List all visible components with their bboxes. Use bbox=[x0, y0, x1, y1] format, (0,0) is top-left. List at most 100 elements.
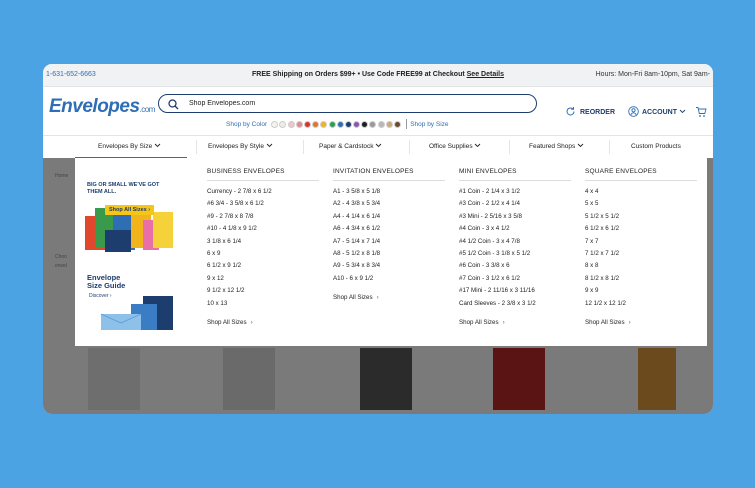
size-link[interactable]: A4 - 4 1/4 x 6 1/4 bbox=[333, 211, 445, 223]
size-link[interactable]: 12 1/2 x 12 1/2 bbox=[585, 298, 697, 310]
search-input[interactable] bbox=[189, 97, 519, 109]
color-swatch[interactable] bbox=[328, 120, 336, 128]
size-link[interactable]: 8 x 8 bbox=[585, 260, 697, 272]
nav-featured-shops[interactable]: Featured Shops bbox=[529, 143, 584, 150]
size-link[interactable]: 9 x 12 bbox=[207, 273, 319, 285]
shop-all-sizes-link[interactable]: Shop All Sizes › bbox=[585, 317, 697, 329]
product-image[interactable] bbox=[493, 348, 545, 410]
size-link[interactable]: 6 1/2 x 6 1/2 bbox=[585, 223, 697, 235]
nav-envelopes-by-style[interactable]: Envelopes By Style bbox=[208, 143, 273, 150]
link-label: Shop All Sizes bbox=[585, 318, 625, 326]
color-swatch[interactable] bbox=[385, 120, 393, 128]
chevron-down-icon bbox=[154, 143, 161, 150]
reorder-button[interactable]: REORDER bbox=[565, 106, 615, 119]
color-swatch[interactable] bbox=[344, 120, 352, 128]
size-link[interactable]: #4 1/2 Coin - 3 x 4 7/8 bbox=[459, 236, 571, 248]
shop-all-sizes-promo-button[interactable]: Shop All Sizes › bbox=[105, 205, 155, 215]
color-swatch[interactable] bbox=[377, 120, 385, 128]
color-swatch[interactable] bbox=[295, 120, 303, 128]
size-link[interactable]: #7 Coin - 3 1/2 x 6 1/2 bbox=[459, 273, 571, 285]
color-swatch[interactable] bbox=[361, 120, 369, 128]
size-link[interactable]: #5 1/2 Coin - 3 1/8 x 5 1/2 bbox=[459, 248, 571, 260]
intro-line: Choo bbox=[55, 254, 67, 260]
store-hours: Hours: Mon-Fri 8am-10pm, Sat 9am- bbox=[595, 71, 710, 78]
site-logo[interactable]: Envelopes.com bbox=[49, 96, 155, 118]
chevron-right-icon: › bbox=[148, 207, 151, 213]
size-link[interactable]: 9 1/2 x 12 1/2 bbox=[207, 285, 319, 297]
size-link[interactable]: #6 Coin - 3 3/8 x 6 bbox=[459, 260, 571, 272]
button-label: Shop All Sizes bbox=[109, 207, 147, 213]
size-link[interactable]: #3 Coin - 2 1/2 x 4 1/4 bbox=[459, 198, 571, 210]
size-link[interactable]: A6 - 4 3/4 x 6 1/2 bbox=[333, 223, 445, 235]
size-link[interactable]: #3 Mini - 2 5/16 x 3 5/8 bbox=[459, 211, 571, 223]
size-link[interactable]: #10 - 4 1/8 x 9 1/2 bbox=[207, 223, 319, 235]
size-link[interactable]: A10 - 6 x 9 1/2 bbox=[333, 273, 445, 285]
size-link[interactable]: 8 1/2 x 8 1/2 bbox=[585, 273, 697, 285]
size-link[interactable]: 9 x 9 bbox=[585, 285, 697, 297]
product-image[interactable] bbox=[223, 348, 275, 410]
shop-all-sizes-link[interactable]: Shop All Sizes › bbox=[459, 317, 571, 329]
link-label: Shop All Sizes bbox=[333, 294, 373, 302]
size-link[interactable]: 4 x 4 bbox=[585, 186, 697, 198]
size-link[interactable]: 5 x 5 bbox=[585, 198, 697, 210]
color-swatch[interactable] bbox=[336, 120, 344, 128]
size-link[interactable]: #6 3/4 - 3 5/8 x 6 1/2 bbox=[207, 198, 319, 210]
top-banner: 1-631-652-6663 FREE Shipping on Orders $… bbox=[43, 64, 713, 87]
main-nav: Envelopes By Size Envelopes By Style Pap… bbox=[43, 135, 713, 159]
see-details-link[interactable]: See Details bbox=[467, 71, 504, 78]
shop-all-sizes-link[interactable]: Shop All Sizes › bbox=[207, 317, 319, 329]
color-swatch[interactable] bbox=[303, 120, 311, 128]
size-link[interactable]: #9 - 2 7/8 x 8 7/8 bbox=[207, 211, 319, 223]
color-swatch[interactable] bbox=[287, 120, 295, 128]
color-swatch[interactable] bbox=[271, 120, 279, 128]
size-link[interactable]: A7 - 5 1/4 x 7 1/4 bbox=[333, 236, 445, 248]
product-image[interactable] bbox=[638, 348, 676, 410]
account-menu[interactable]: ACCOUNT bbox=[628, 106, 686, 119]
chevron-right-icon: › bbox=[250, 318, 253, 326]
color-swatch[interactable] bbox=[320, 120, 328, 128]
size-link[interactable]: A9 - 5 3/4 x 8 3/4 bbox=[333, 260, 445, 272]
size-link[interactable]: 7 1/2 x 7 1/2 bbox=[585, 248, 697, 260]
nav-office-supplies[interactable]: Office Supplies bbox=[429, 143, 481, 150]
size-link[interactable]: #4 Coin - 3 x 4 1/2 bbox=[459, 223, 571, 235]
size-link[interactable]: #1 Coin - 2 1/4 x 3 1/2 bbox=[459, 186, 571, 198]
nav-custom-products[interactable]: Custom Products bbox=[631, 143, 681, 150]
size-link[interactable]: 6 1/2 x 9 1/2 bbox=[207, 260, 319, 272]
color-swatch[interactable] bbox=[279, 120, 287, 128]
size-link[interactable]: 5 1/2 x 5 1/2 bbox=[585, 211, 697, 223]
intro-line: envel bbox=[55, 263, 67, 269]
size-link[interactable]: 3 1/8 x 6 1/4 bbox=[207, 236, 319, 248]
shop-by-size-link[interactable]: Shop by Size bbox=[410, 121, 448, 128]
reorder-icon bbox=[565, 106, 580, 119]
chevron-down-icon bbox=[266, 143, 273, 150]
shop-all-sizes-link[interactable]: Shop All Sizes › bbox=[333, 292, 445, 304]
breadcrumb[interactable]: Home bbox=[55, 173, 68, 179]
color-swatch[interactable] bbox=[353, 120, 361, 128]
size-link[interactable]: 10 x 13 bbox=[207, 298, 319, 310]
product-image[interactable] bbox=[88, 348, 140, 410]
color-swatch[interactable] bbox=[369, 120, 377, 128]
promo-tile-all-sizes[interactable]: BIG OR SMALL WE'VE GOT THEM ALL. Shop Al… bbox=[83, 174, 175, 256]
column-square-envelopes: SQUARE ENVELOPES 4 x 4 5 x 5 5 1/2 x 5 1… bbox=[585, 168, 697, 329]
logo-suffix: .com bbox=[139, 105, 156, 114]
nav-paper-cardstock[interactable]: Paper & Cardstock bbox=[319, 143, 382, 150]
shop-by-color-link[interactable]: Shop by Color bbox=[226, 121, 267, 128]
size-link[interactable]: A1 - 3 5/8 x 5 1/8 bbox=[333, 186, 445, 198]
search-icon[interactable] bbox=[168, 97, 179, 115]
size-link[interactable]: 6 x 9 bbox=[207, 248, 319, 260]
size-link[interactable]: A2 - 4 3/8 x 5 3/4 bbox=[333, 198, 445, 210]
size-link[interactable]: A8 - 5 1/2 x 8 1/8 bbox=[333, 248, 445, 260]
color-swatch[interactable] bbox=[312, 120, 320, 128]
size-link[interactable]: Card Sleeves - 2 3/8 x 3 1/2 bbox=[459, 298, 571, 310]
guide-title: Envelope Size Guide bbox=[87, 274, 125, 290]
color-swatch[interactable] bbox=[394, 120, 402, 128]
cart-icon[interactable] bbox=[695, 105, 707, 123]
size-link[interactable]: #17 Mini - 2 11/16 x 3 11/16 bbox=[459, 285, 571, 297]
mega-menu-envelopes-by-size: BIG OR SMALL WE'VE GOT THEM ALL. Shop Al… bbox=[75, 158, 707, 346]
promo-tile-size-guide[interactable]: Envelope Size Guide Discover › bbox=[83, 268, 175, 330]
product-image[interactable] bbox=[360, 348, 412, 410]
nav-envelopes-by-size[interactable]: Envelopes By Size bbox=[98, 143, 161, 150]
search-bar[interactable] bbox=[158, 94, 537, 113]
size-link[interactable]: Currency - 2 7/8 x 6 1/2 bbox=[207, 186, 319, 198]
size-link[interactable]: 7 x 7 bbox=[585, 236, 697, 248]
